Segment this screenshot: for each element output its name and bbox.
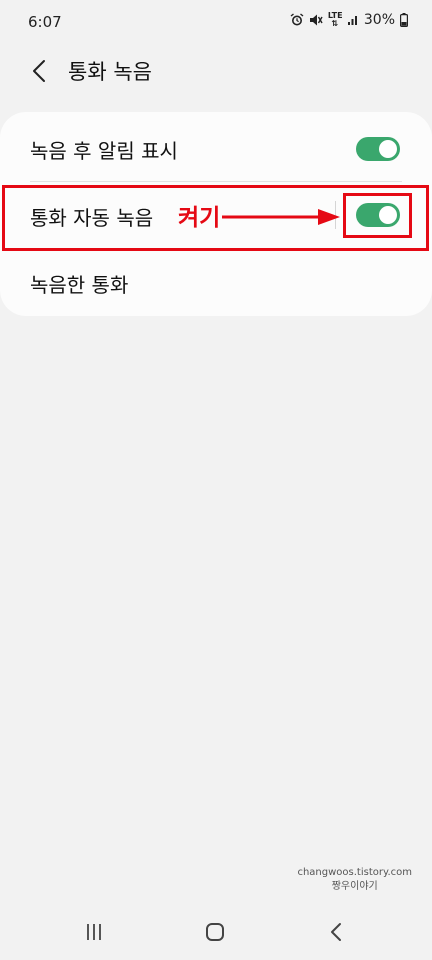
page-title: 통화 녹음 — [68, 60, 152, 84]
annotation-arrow-icon — [222, 209, 340, 225]
back-icon — [331, 923, 341, 941]
mute-icon — [309, 13, 323, 27]
lte-icon: LTE ⇅ — [327, 11, 343, 28]
setting-label-recorded-calls: 녹음한 통화 — [30, 273, 129, 297]
battery-icon — [400, 13, 408, 27]
watermark: changwoos.tistory.com 짱우이야기 — [297, 866, 412, 894]
notification-toggle[interactable] — [356, 137, 400, 161]
watermark-url: changwoos.tistory.com — [297, 867, 412, 878]
home-icon — [206, 923, 224, 941]
home-button[interactable] — [195, 918, 235, 946]
annotation-label: 켜기 — [178, 205, 221, 231]
watermark-name: 짱우이야기 — [331, 881, 378, 892]
recents-icon — [87, 924, 101, 940]
recents-button[interactable] — [74, 918, 114, 946]
annotation-highlight-toggle — [343, 193, 412, 238]
back-button[interactable] — [24, 56, 54, 86]
setting-label-notification: 녹음 후 알림 표시 — [30, 139, 178, 163]
status-bar: 6:07 LTE ⇅ 30% — [0, 0, 432, 44]
setting-row-recorded-calls[interactable]: 녹음한 통화 — [0, 250, 432, 316]
setting-row-notification[interactable]: 녹음 후 알림 표시 — [0, 115, 432, 181]
status-time: 6:07 — [28, 13, 62, 31]
battery-text: 30% — [363, 12, 395, 28]
toggle-knob — [379, 140, 397, 158]
header: 통화 녹음 — [0, 52, 432, 92]
signal-icon — [347, 14, 359, 26]
nav-back-button[interactable] — [316, 918, 356, 946]
status-icons: LTE ⇅ 30% — [290, 12, 408, 28]
alarm-icon — [290, 13, 304, 27]
back-chevron-icon — [33, 60, 45, 82]
navigation-bar — [0, 900, 432, 960]
